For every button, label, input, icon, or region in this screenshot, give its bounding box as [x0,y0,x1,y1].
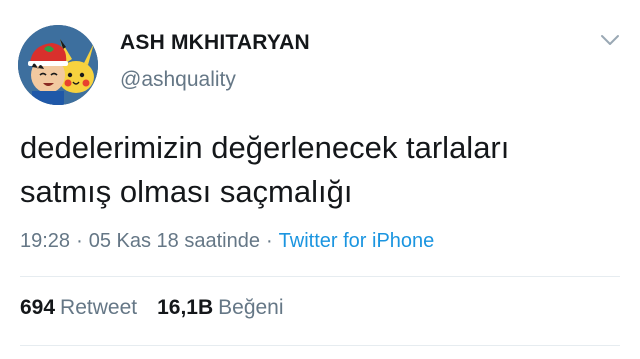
tweet-text: dedelerimizin değerlenecek tarlaları satm… [20,126,620,214]
display-name[interactable]: ASH MKHITARYAN [120,31,310,55]
tweet-source-link[interactable]: Twitter for iPhone [279,230,435,252]
tweet-text-line-2: satmış olması saçmalığı [20,174,353,209]
tweet-date[interactable]: 05 Kas 18 saatinde [89,230,260,252]
retweets-count: 694 [20,296,56,319]
likes-stat[interactable]: 16,1B Beğeni [157,296,283,319]
retweets-label: Retweet [60,296,138,319]
tweet-stats: 694 Retweet 16,1B Beğeni [20,296,284,320]
meta-separator: · [76,230,83,252]
chevron-down-icon[interactable] [600,33,620,47]
tweet-meta: 19:28 · 05 Kas 18 saatinde · Twitter for iPh… [20,230,434,253]
likes-count: 16,1B [157,296,214,319]
tweet-card: ASH MKHITARYAN @ashquality dedelerimizin… [0,0,640,359]
likes-label: Beğeni [218,296,284,319]
avatar-image [18,25,98,105]
tweet-text-line-1: dedelerimizin değerlenecek tarlaları [20,130,510,165]
user-handle[interactable]: @ashquality [120,68,236,92]
meta-separator: · [265,230,273,252]
divider [20,345,620,346]
divider [20,276,620,277]
tweet-time[interactable]: 19:28 [20,230,70,252]
retweets-stat[interactable]: 694 Retweet [20,296,137,319]
avatar[interactable] [18,25,98,105]
